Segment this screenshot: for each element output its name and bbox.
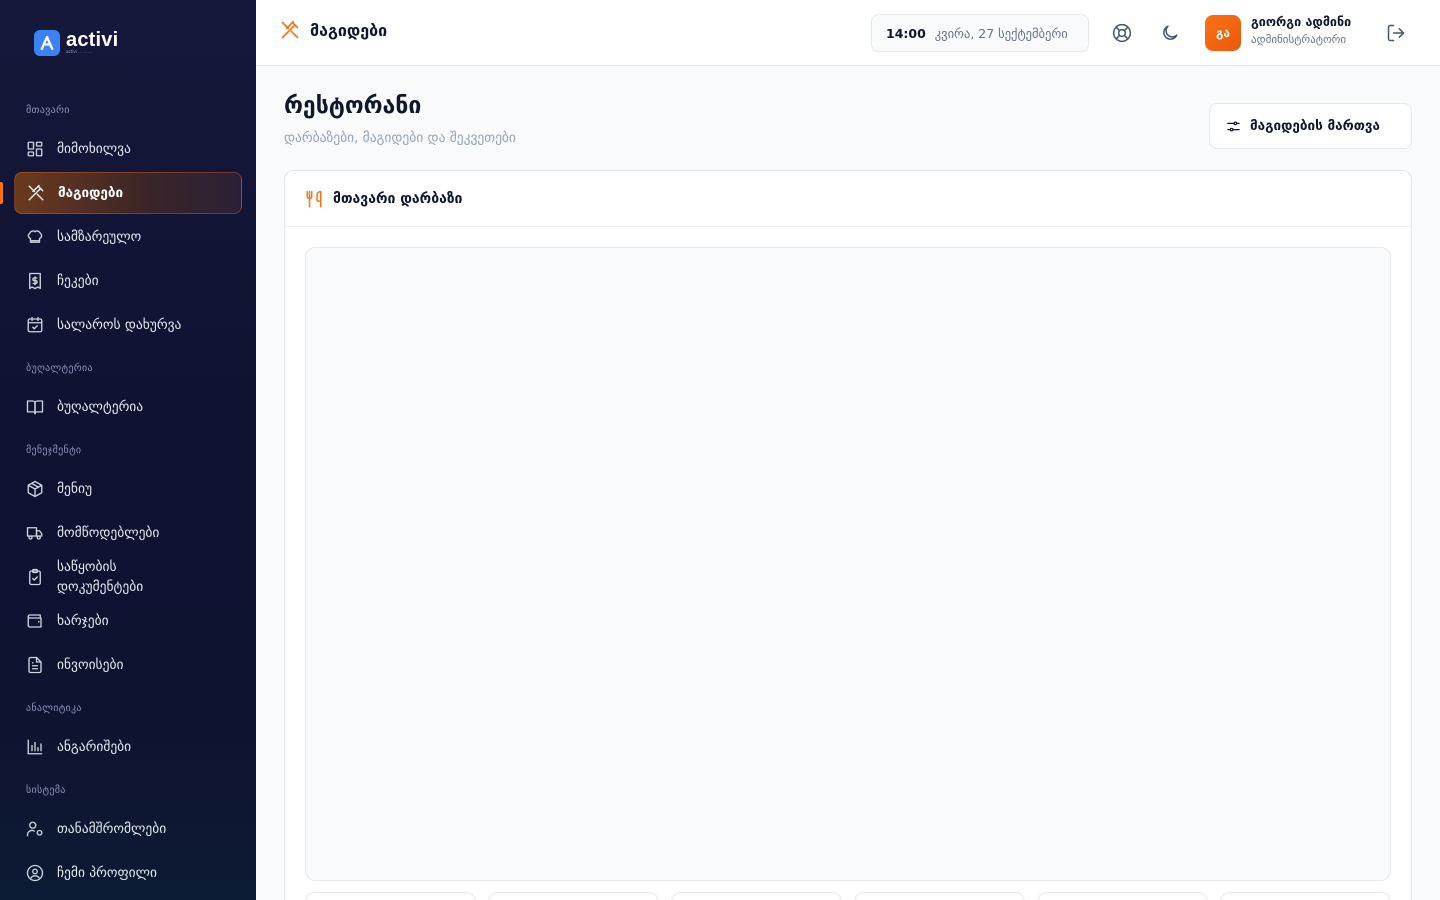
sidebar-item-employees[interactable]: თანამშრომლები <box>14 808 242 850</box>
sidebar-item-accounting[interactable]: ბუღალტერია <box>14 386 242 428</box>
sidebar-item-receipts[interactable]: ჩეკები <box>14 260 242 302</box>
user-role: ადმინისტრატორი <box>1251 33 1347 46</box>
book-open-icon <box>26 398 44 416</box>
logo[interactable]: activi activi ... ... ... <box>34 30 118 56</box>
section-label-analytics: ანალიტიკა <box>26 703 82 714</box>
lifebuoy-icon <box>1112 23 1132 43</box>
table-card[interactable] <box>1220 892 1391 900</box>
table-card[interactable] <box>488 892 659 900</box>
logo-icon <box>34 30 60 56</box>
wallet-icon <box>26 612 44 630</box>
table-card[interactable] <box>854 892 1025 900</box>
page-title: რესტორანი <box>284 93 422 119</box>
sidebar-item-label: ბუღალტერია <box>57 399 144 415</box>
sidebar-item-label: სამზარეულო <box>57 229 142 245</box>
logout-button[interactable] <box>1384 21 1408 45</box>
utensils-crossed-icon <box>27 184 45 202</box>
topbar-title: მაგიდები <box>280 20 387 40</box>
sidebar-item-reports[interactable]: ანგარიშები <box>14 726 242 768</box>
sidebar-item-label: ჩეკები <box>57 273 99 289</box>
sidebar-item-invoices[interactable]: ინვოისები <box>14 644 242 686</box>
current-date: კვირა, 27 სექტემბერი <box>934 25 1068 41</box>
sidebar-item-label: თანამშრომლები <box>57 821 167 837</box>
moon-icon <box>1160 23 1180 43</box>
chef-hat-icon <box>26 228 44 246</box>
table-card[interactable] <box>671 892 842 900</box>
section-label-main: მთავარი <box>26 105 70 116</box>
sidebar-item-warehouse-documents[interactable]: საწყობის დოკუმენტები <box>14 556 242 598</box>
theme-toggle-button[interactable] <box>1158 21 1182 45</box>
sidebar-item-label: ინვოისები <box>57 657 124 673</box>
user-name: გიორგი ადმინი <box>1251 14 1352 29</box>
help-button[interactable] <box>1110 21 1134 45</box>
sidebar: activi activi ... ... ... მთავარი მიმოხი… <box>0 0 256 900</box>
active-indicator <box>0 182 3 204</box>
calendar-check-icon <box>26 316 44 334</box>
truck-icon <box>26 524 44 542</box>
section-label-management: მენეჯმენტი <box>26 445 82 456</box>
utensils-icon <box>305 190 323 208</box>
manage-tables-label: მაგიდების მართვა <box>1250 118 1381 134</box>
sidebar-item-label: ჩემი პროფილი <box>57 865 157 881</box>
page-heading: მაგიდები <box>310 20 388 40</box>
page-subtitle: დარბაზები, მაგიდები და შეკვეთები <box>284 130 516 146</box>
clipboard-check-icon <box>26 568 44 586</box>
package-icon <box>26 480 44 498</box>
brand-name: activi <box>66 29 119 51</box>
sidebar-item-kitchen[interactable]: სამზარეულო <box>14 216 242 258</box>
receipt-icon <box>26 272 44 290</box>
clock-display: 14:00 კვირა, 27 სექტემბერი <box>871 14 1089 52</box>
sidebar-item-expenses[interactable]: ხარჯები <box>14 600 242 642</box>
section-label-system: სისტემა <box>26 785 66 796</box>
floor-plan-canvas[interactable] <box>305 247 1391 881</box>
dashboard-icon <box>26 140 44 158</box>
topbar: მაგიდები 14:00 კვირა, 27 სექტემბერი გა გ… <box>256 0 1440 66</box>
sidebar-item-suppliers[interactable]: მომწოდებლები <box>14 512 242 554</box>
manage-tables-button[interactable]: მაგიდების მართვა <box>1209 103 1412 149</box>
sidebar-item-cash-close[interactable]: სალაროს დახურვა <box>14 304 242 346</box>
hall-card: მთავარი დარბაზი <box>284 170 1412 900</box>
sidebar-item-label: მენიუ <box>57 481 93 497</box>
user-cog-icon <box>26 820 44 838</box>
sidebar-item-label: მიმოხილვა <box>57 141 131 157</box>
user-circle-icon <box>26 864 44 882</box>
sidebar-item-label: მომწოდებლები <box>57 525 160 541</box>
file-text-icon <box>26 656 44 674</box>
sidebar-item-menu[interactable]: მენიუ <box>14 468 242 510</box>
sidebar-item-label: ანგარიშები <box>57 739 132 755</box>
table-card[interactable] <box>305 892 476 900</box>
settings-sliders-icon <box>1226 119 1241 134</box>
sidebar-item-label: მაგიდები <box>58 185 124 201</box>
sidebar-item-tables[interactable]: მაგიდები <box>14 172 242 214</box>
hall-header: მთავარი დარბაზი <box>285 171 1411 227</box>
utensils-crossed-icon <box>280 20 300 40</box>
bar-chart-icon <box>26 738 44 756</box>
table-card[interactable] <box>1037 892 1208 900</box>
sidebar-item-label: ხარჯები <box>57 613 109 629</box>
sidebar-item-label: სალაროს დახურვა <box>57 317 182 333</box>
sidebar-item-overview[interactable]: მიმოხილვა <box>14 128 242 170</box>
hall-title: მთავარი დარბაზი <box>333 190 463 207</box>
logout-icon <box>1386 23 1406 43</box>
section-label-accounting: ბუღალტერია <box>26 363 93 374</box>
sidebar-item-profile[interactable]: ჩემი პროფილი <box>14 852 242 894</box>
sidebar-item-label: საწყობის დოკუმენტები <box>57 559 144 595</box>
current-time: 14:00 <box>886 25 926 41</box>
avatar[interactable]: გა <box>1205 15 1241 51</box>
